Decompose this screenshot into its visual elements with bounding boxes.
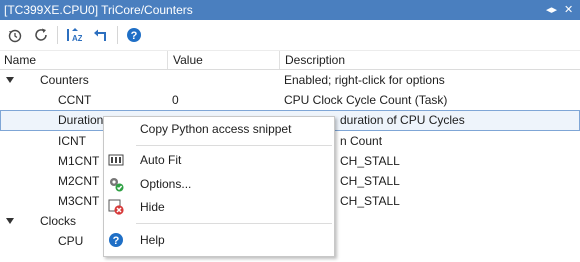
row-name: CCNT — [58, 93, 92, 107]
toolbar: AZ ? — [0, 20, 580, 51]
column-divider[interactable] — [167, 51, 168, 69]
menu-item-label: Options... — [140, 177, 192, 191]
history-button[interactable] — [6, 26, 24, 44]
row-name: M2CNT — [58, 174, 100, 188]
row-name: Clocks — [40, 214, 77, 228]
history-icon — [8, 29, 22, 43]
column-header-description[interactable]: Description — [285, 53, 345, 67]
window-title: [TC399XE.CPU0] TriCore/Counters — [4, 3, 193, 17]
row-description: n Count — [340, 134, 383, 148]
menu-item-label: Auto Fit — [140, 153, 182, 167]
column-header-name[interactable]: Name — [4, 53, 36, 67]
row-description: CH_STALL — [340, 154, 400, 168]
back-button[interactable] — [92, 26, 110, 44]
context-menu: Copy Python access snippet Auto Fit Opti… — [103, 116, 335, 257]
menu-item-label: Help — [140, 233, 165, 247]
toolbar-separator — [57, 26, 58, 44]
refresh-button[interactable] — [32, 26, 50, 44]
options-gear-icon — [108, 176, 124, 192]
tree-row-counters[interactable]: Counters Enabled; right-click for option… — [0, 70, 580, 91]
table-header: Name Value Description — [0, 51, 580, 70]
row-name: M3CNT — [58, 194, 100, 208]
menu-item-label: Copy Python access snippet — [140, 122, 292, 136]
row-name: Duration — [58, 113, 104, 127]
sort-icon: AZ — [67, 28, 82, 43]
menu-item-label: Hide — [140, 200, 165, 214]
row-name: M1CNT — [58, 154, 100, 168]
row-name: Counters — [40, 73, 89, 87]
help-icon: ? — [108, 232, 124, 248]
menu-separator — [136, 223, 332, 224]
help-icon: ? — [127, 28, 141, 42]
autofit-icon — [108, 152, 124, 168]
row-description: CPU Clock Cycle Count (Task) — [284, 93, 448, 107]
toolbar-separator — [117, 26, 118, 44]
menu-item-hide[interactable]: Hide — [104, 196, 334, 218]
menu-item-help[interactable]: ? Help — [104, 229, 334, 251]
window-menu-icon[interactable]: ◂▸ — [546, 2, 557, 18]
row-description: CH_STALL — [340, 174, 400, 188]
menu-item-copy-python-snippet[interactable]: Copy Python access snippet — [104, 118, 334, 140]
help-button[interactable]: ? — [125, 26, 143, 44]
window-titlebar: [TC399XE.CPU0] TriCore/Counters ◂▸ ✕ — [0, 0, 580, 20]
svg-text:?: ? — [113, 235, 120, 247]
menu-separator — [136, 145, 332, 146]
column-divider[interactable] — [279, 51, 280, 69]
row-value: 0 — [172, 93, 179, 107]
column-header-value[interactable]: Value — [173, 53, 203, 67]
row-description: duration of CPU Cycles — [340, 113, 465, 127]
expand-toggle-icon[interactable] — [6, 218, 14, 224]
row-name: CPU — [58, 234, 84, 248]
menu-item-auto-fit[interactable]: Auto Fit — [104, 149, 334, 171]
hide-icon — [108, 199, 124, 215]
svg-text:AZ: AZ — [72, 34, 82, 43]
expand-toggle-icon[interactable] — [6, 77, 14, 83]
row-description: CH_STALL — [340, 194, 400, 208]
row-description: Enabled; right-click for options — [284, 73, 445, 87]
menu-item-options[interactable]: Options... — [104, 173, 334, 195]
tree-row-ccnt[interactable]: CCNT 0 CPU Clock Cycle Count (Task) — [0, 90, 580, 111]
sort-button[interactable]: AZ — [65, 26, 83, 44]
close-icon[interactable]: ✕ — [564, 2, 573, 18]
refresh-icon — [35, 28, 47, 41]
svg-text:?: ? — [131, 30, 138, 42]
row-name: ICNT — [58, 134, 86, 148]
back-arrow-icon — [94, 29, 106, 41]
